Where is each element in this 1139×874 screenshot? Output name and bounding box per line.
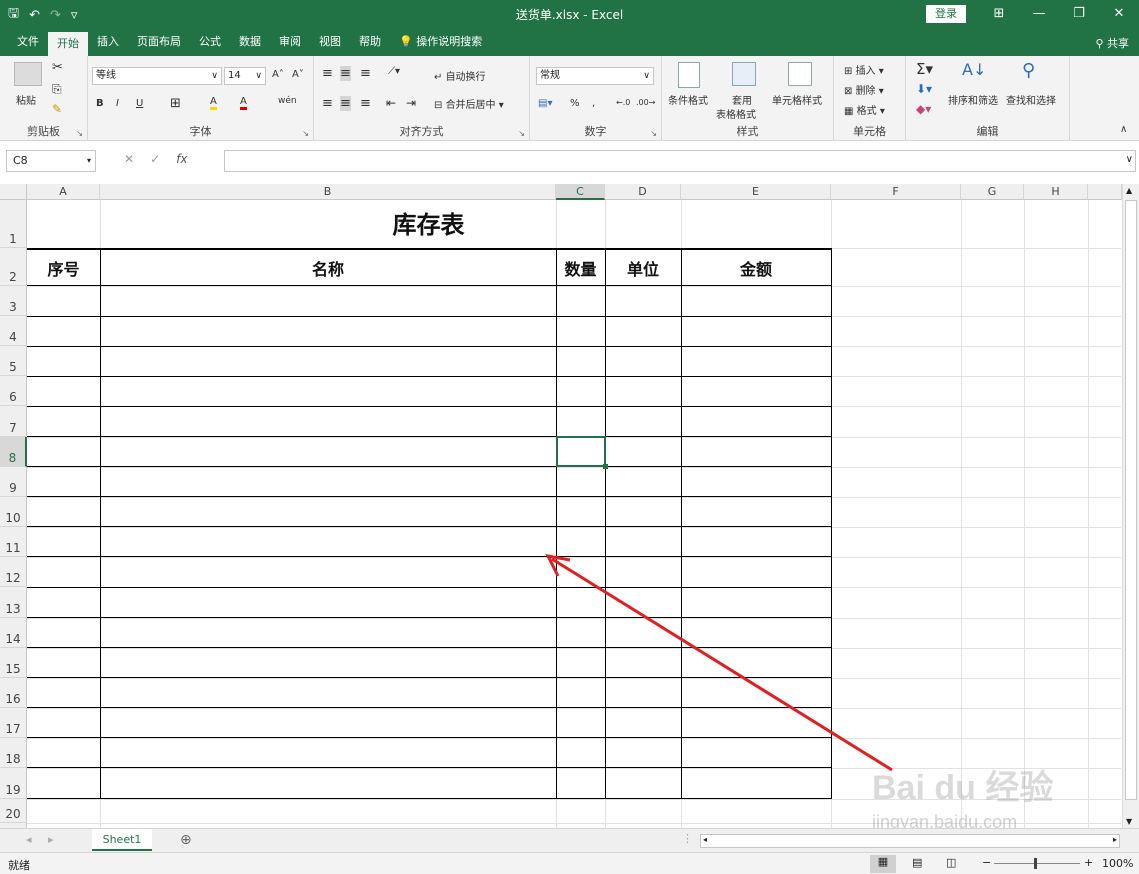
horizontal-scrollbar[interactable]: ◂ ▸ bbox=[700, 834, 1120, 848]
annotation-arrow bbox=[545, 553, 893, 772]
scroll-down-icon[interactable]: ▼ bbox=[1126, 817, 1132, 826]
zoom-in-button[interactable]: + bbox=[1084, 856, 1093, 869]
zoom-level[interactable]: 100% bbox=[1102, 857, 1133, 870]
zoom-slider[interactable] bbox=[994, 863, 1080, 864]
vertical-scroll-thumb[interactable] bbox=[1125, 200, 1137, 800]
prev-sheet-icon[interactable]: ◂ bbox=[26, 833, 32, 846]
page-break-view-icon[interactable]: ◫ bbox=[946, 856, 956, 869]
status-ready: 就绪 bbox=[8, 859, 30, 872]
status-bar: 就绪 ▦ ▤ ◫ − + 100% bbox=[0, 852, 1139, 874]
scroll-up-icon[interactable]: ▲ bbox=[1126, 186, 1132, 195]
add-sheet-button[interactable]: ⊕ bbox=[180, 832, 192, 848]
scroll-right-icon[interactable]: ▸ bbox=[1113, 835, 1117, 844]
arrow-head bbox=[545, 553, 571, 577]
split-handle-icon[interactable]: ⋮ bbox=[682, 832, 693, 845]
normal-view-icon[interactable]: ▦ bbox=[870, 855, 896, 873]
sheet-tab-sheet1[interactable]: Sheet1 bbox=[92, 829, 152, 851]
arrow-shaft bbox=[551, 557, 893, 772]
sheet-tabs-bar: ◂ ▸ Sheet1 ⊕ ⋮ ◂ ▸ bbox=[0, 828, 1139, 852]
vertical-scrollbar[interactable]: ▲ ▼ bbox=[1122, 184, 1139, 828]
page-layout-view-icon[interactable]: ▤ bbox=[912, 856, 922, 869]
scroll-left-icon[interactable]: ◂ bbox=[703, 835, 707, 844]
zoom-out-button[interactable]: − bbox=[982, 856, 991, 869]
baidu-watermark: Bai du 经验 bbox=[872, 769, 1054, 807]
zoom-slider-thumb[interactable] bbox=[1034, 858, 1037, 869]
next-sheet-icon[interactable]: ▸ bbox=[48, 833, 54, 846]
